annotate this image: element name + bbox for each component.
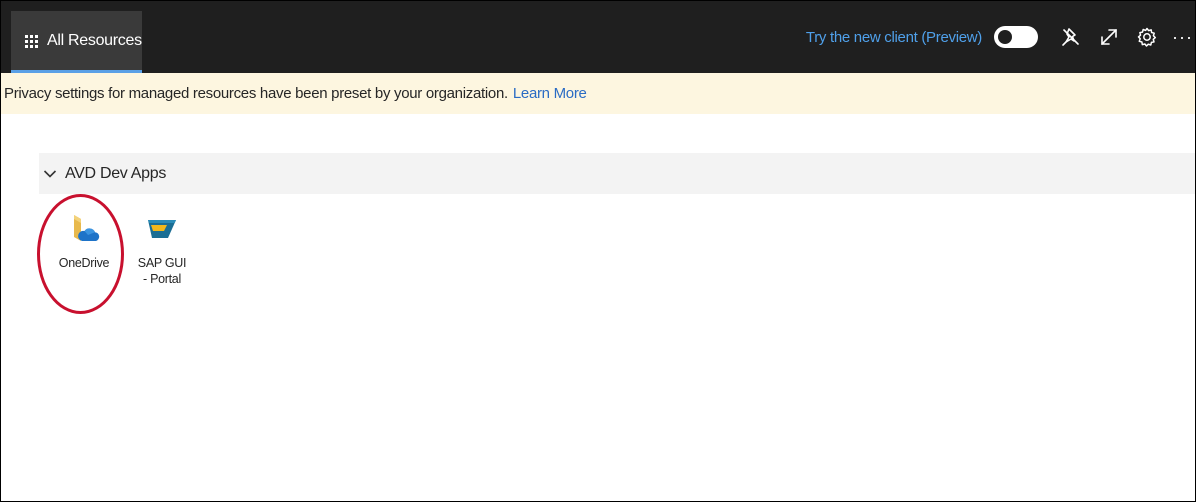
app-label: SAP GUI - Portal	[137, 256, 187, 286]
gear-icon	[1136, 26, 1158, 48]
group-header[interactable]: AVD Dev Apps	[39, 153, 1195, 194]
app-label: OneDrive	[58, 256, 110, 270]
tab-all-resources[interactable]: All Resources	[11, 11, 142, 73]
toggle-knob	[998, 30, 1013, 44]
sap-gui-icon	[146, 211, 178, 243]
more-icon[interactable]: ···	[1172, 27, 1193, 48]
pin-icon	[1060, 26, 1082, 48]
new-client-toggle[interactable]	[994, 26, 1039, 48]
banner-message: Privacy settings for managed resources h…	[4, 85, 508, 102]
app-tile-sap-gui[interactable]: SAP GUI - Portal	[127, 211, 197, 287]
onedrive-icon	[68, 211, 100, 243]
header-actions: Try the new client (Preview) ···	[806, 1, 1195, 73]
learn-more-link[interactable]: Learn More	[513, 85, 587, 102]
expand-button[interactable]	[1092, 20, 1126, 54]
app-grid-icon	[25, 34, 38, 48]
expand-icon	[1098, 26, 1120, 48]
top-bar: All Resources Try the new client (Previe…	[1, 1, 1195, 73]
group-title: AVD Dev Apps	[65, 164, 167, 182]
privacy-banner: Privacy settings for managed resources h…	[1, 73, 1195, 114]
app-window: All Resources Try the new client (Previe…	[0, 0, 1196, 502]
chevron-down-icon	[43, 169, 65, 179]
settings-button[interactable]	[1130, 20, 1164, 54]
tab-label: All Resources	[47, 32, 142, 49]
pin-button[interactable]	[1054, 20, 1088, 54]
app-tile-onedrive[interactable]: OneDrive	[49, 211, 119, 271]
try-new-client-link[interactable]: Try the new client (Preview)	[806, 29, 982, 46]
